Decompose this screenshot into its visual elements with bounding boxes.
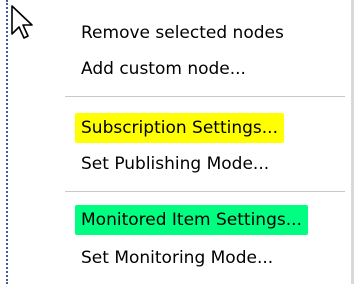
menu-item-subscription-settings[interactable]: Subscription Settings... — [75, 113, 284, 143]
menu-item-add-custom-node[interactable]: Add custom node... — [75, 54, 252, 84]
menu-item-monitored-item-settings[interactable]: Monitored Item Settings... — [75, 205, 308, 235]
tree-view-edge — [6, 0, 8, 284]
menu-border — [351, 0, 354, 284]
menu-item-label: Add custom node... — [81, 59, 246, 79]
menu-item-set-publishing-mode[interactable]: Set Publishing Mode... — [75, 149, 275, 179]
menu-separator — [65, 191, 345, 192]
menu-item-label: Set Publishing Mode... — [81, 154, 270, 174]
context-menu: Remove selected nodes Add custom node...… — [55, 2, 351, 280]
page: Remove selected nodes Add custom node...… — [0, 0, 360, 284]
menu-item-set-monitoring-mode[interactable]: Set Monitoring Mode... — [75, 243, 279, 273]
menu-item-label: Monitored Item Settings... — [75, 205, 308, 235]
menu-item-label: Subscription Settings... — [75, 113, 284, 143]
mouse-pointer-icon — [11, 5, 33, 39]
menu-item-label: Set Monitoring Mode... — [81, 248, 274, 268]
menu-item-remove-selected-nodes[interactable]: Remove selected nodes — [75, 18, 290, 48]
menu-item-label: Remove selected nodes — [81, 23, 284, 43]
menu-separator — [65, 96, 345, 97]
